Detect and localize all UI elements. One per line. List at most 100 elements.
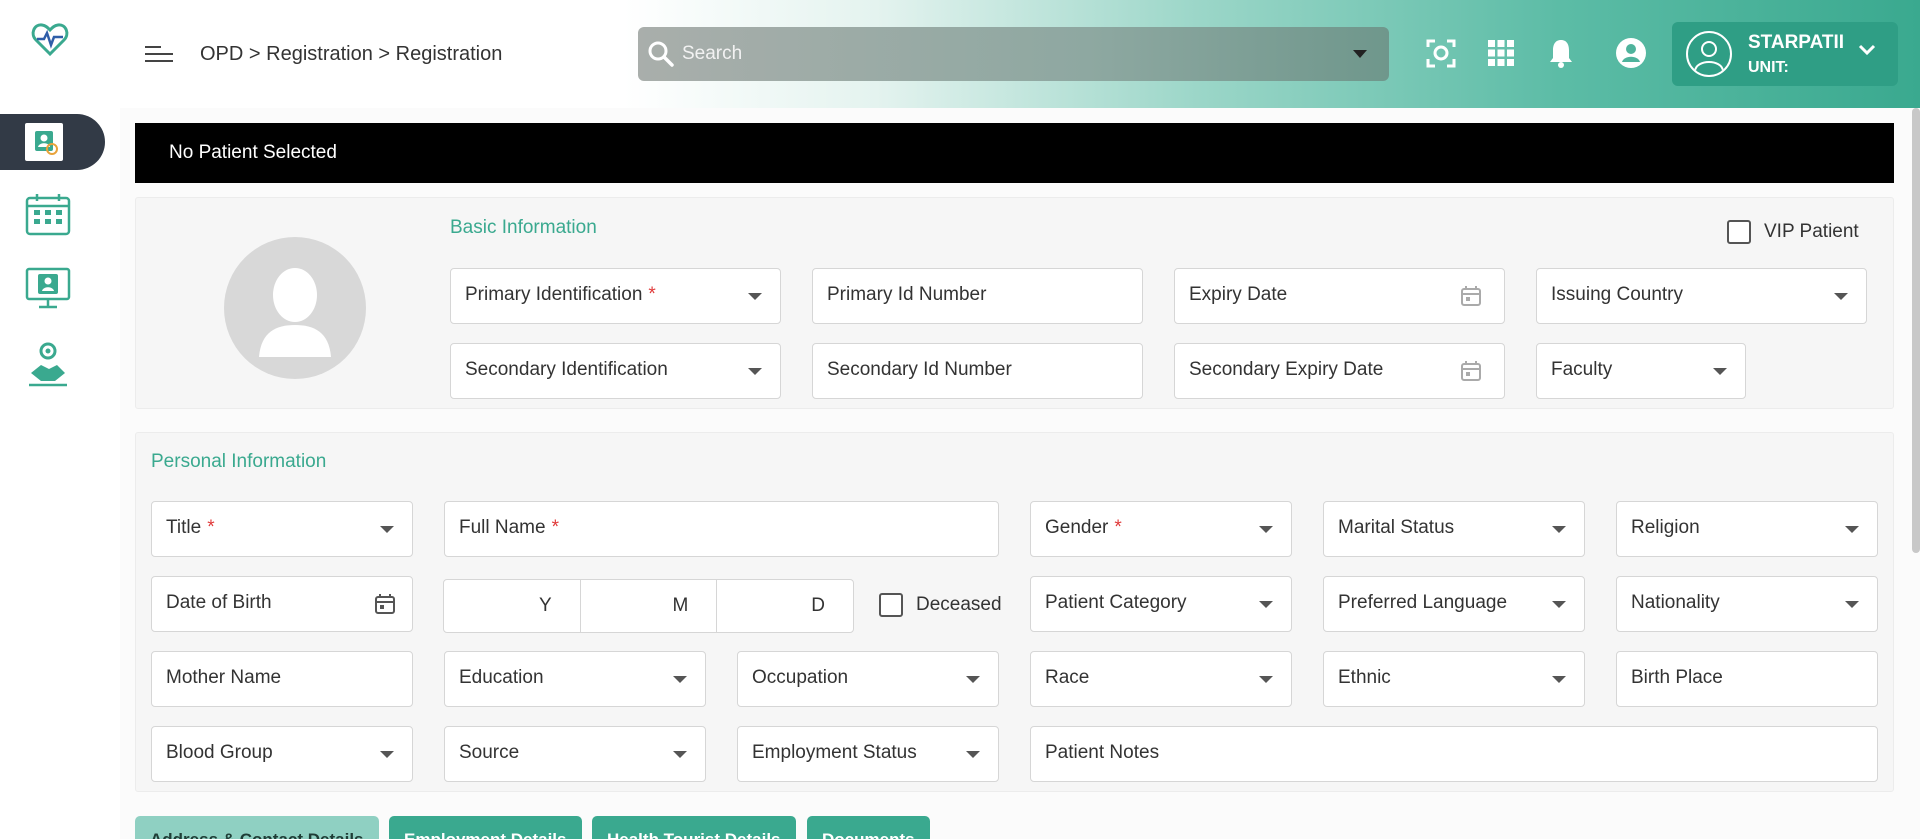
calendar-icon[interactable] [374,593,396,615]
patient-notes-input[interactable]: Patient Notes [1030,726,1878,782]
gear-handshake-icon [29,342,67,387]
birth-place-input[interactable]: Birth Place [1616,651,1878,707]
gender-label: Gender [1045,517,1109,538]
dropdown-arrow-icon [673,751,687,758]
page-scrollbar[interactable] [1912,108,1920,553]
dropdown-arrow-icon [380,526,394,533]
blood-group-select[interactable]: Blood Group [151,726,413,782]
search-icon [646,39,676,69]
chevron-down-icon[interactable] [1858,44,1876,56]
dropdown-arrow-icon [1259,526,1273,533]
age-years-field[interactable]: Y [444,580,581,632]
notification-bell-icon[interactable] [1544,36,1578,70]
dropdown-arrow-icon [748,368,762,375]
search-bar[interactable]: Search [638,27,1389,81]
patient-photo-placeholder[interactable] [224,237,366,379]
nationality-select[interactable]: Nationality [1616,576,1878,632]
dropdown-arrow-icon [1713,368,1727,375]
secondary-expiry-date-input[interactable]: Secondary Expiry Date [1174,343,1505,399]
date-of-birth-label: Date of Birth [166,592,272,613]
dropdown-arrow-icon [1834,293,1848,300]
menu-toggle-icon[interactable] [145,44,175,64]
user-avatar-icon [1686,31,1732,77]
personal-information-title: Personal Information [151,451,327,472]
primary-identification-select[interactable]: Primary Identification * [450,268,781,324]
marital-status-select[interactable]: Marital Status [1323,501,1585,557]
user-silhouette-icon [259,268,331,357]
dropdown-arrow-icon [1552,601,1566,608]
dropdown-arrow-icon [1259,676,1273,683]
age-ymd-input[interactable]: Y M D [443,579,854,633]
race-label: Race [1045,667,1090,688]
mother-name-input[interactable]: Mother Name [151,651,413,707]
apps-grid-icon[interactable] [1484,36,1518,70]
religion-select[interactable]: Religion [1616,501,1878,557]
preferred-language-select[interactable]: Preferred Language [1323,576,1585,632]
sidebar-item-registration[interactable] [0,114,105,170]
required-marker: * [1114,517,1122,538]
patient-notes-label: Patient Notes [1045,742,1160,763]
deceased-label: Deceased [916,594,1002,615]
tab-employment-details[interactable]: Employment Details [389,816,582,839]
preferred-language-label: Preferred Language [1338,592,1508,613]
occupation-select[interactable]: Occupation [737,651,999,707]
calendar-icon[interactable] [1460,285,1482,307]
date-of-birth-input[interactable]: Date of Birth [151,576,413,632]
age-days-field[interactable]: D [717,580,853,632]
full-name-input[interactable]: Full Name * [444,501,999,557]
required-marker: * [207,517,215,538]
faculty-select[interactable]: Faculty [1536,343,1746,399]
religion-label: Religion [1631,517,1700,538]
sidebar-item-consultation[interactable] [0,260,105,316]
issuing-country-select[interactable]: Issuing Country [1536,268,1867,324]
title-select[interactable]: Title * [151,501,413,557]
deceased-checkbox[interactable] [879,593,903,617]
dropdown-arrow-icon [1259,601,1273,608]
patient-status-text: No Patient Selected [169,142,337,163]
tab-health-tourist-details[interactable]: Health Tourist Details [592,816,796,839]
search-dropdown-icon[interactable] [1353,50,1367,58]
birth-place-label: Birth Place [1631,667,1723,688]
secondary-identification-select[interactable]: Secondary Identification [450,343,781,399]
source-select[interactable]: Source [444,726,706,782]
employment-status-label: Employment Status [752,742,917,763]
monitor-doctor-icon [25,267,71,309]
employment-status-select[interactable]: Employment Status [737,726,999,782]
ethnic-label: Ethnic [1338,667,1391,688]
sidebar [0,0,120,839]
expiry-date-label: Expiry Date [1189,284,1288,305]
primary-id-number-input[interactable]: Primary Id Number [812,268,1143,324]
primary-id-number-label: Primary Id Number [827,284,987,305]
age-months-field[interactable]: M [581,580,718,632]
secondary-id-number-input[interactable]: Secondary Id Number [812,343,1143,399]
vip-patient-checkbox[interactable] [1727,220,1751,244]
tab-address-contact-details[interactable]: Address & Contact Details [135,816,379,839]
sidebar-item-settings[interactable] [0,336,105,392]
gender-select[interactable]: Gender * [1030,501,1292,557]
sidebar-item-appointments[interactable] [0,186,105,242]
title-label: Title [166,517,202,538]
marital-status-label: Marital Status [1338,517,1455,538]
education-select[interactable]: Education [444,651,706,707]
dropdown-arrow-icon [1552,676,1566,683]
search-input[interactable]: Search [682,43,742,65]
calendar-icon[interactable] [1460,360,1482,382]
app-logo-icon[interactable] [30,20,70,60]
account-icon[interactable] [1614,36,1648,70]
dropdown-arrow-icon [1845,601,1859,608]
breadcrumb: OPD > Registration > Registration [200,43,503,65]
required-marker: * [551,517,559,538]
ethnic-select[interactable]: Ethnic [1323,651,1585,707]
patient-registration-icon [25,123,63,161]
basic-information-title: Basic Information [450,217,597,238]
scan-icon[interactable] [1424,36,1458,70]
user-menu[interactable]: STARPATII UNIT: [1672,22,1898,86]
race-select[interactable]: Race [1030,651,1292,707]
blood-group-label: Blood Group [166,742,273,763]
patient-category-select[interactable]: Patient Category [1030,576,1292,632]
dropdown-arrow-icon [1552,526,1566,533]
full-name-label: Full Name [459,517,546,538]
tab-documents[interactable]: Documents [807,816,930,839]
calendar-icon [25,194,71,236]
expiry-date-input[interactable]: Expiry Date [1174,268,1505,324]
